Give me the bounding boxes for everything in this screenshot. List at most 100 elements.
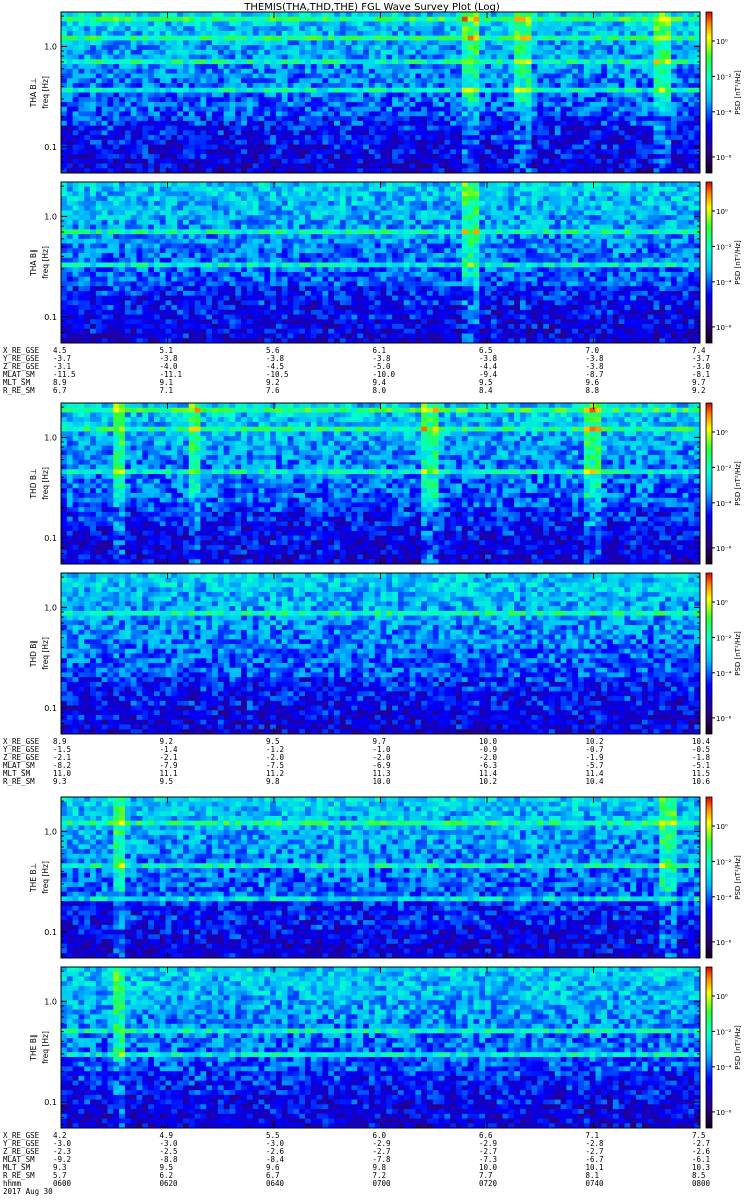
spectrogram-cell: [555, 40, 561, 45]
spectrogram-cell: [212, 201, 218, 206]
spectrogram-cell: [276, 40, 282, 45]
spectrogram-cell: [206, 45, 212, 50]
spectrogram-cell: [276, 164, 282, 169]
spectrogram-cell: [456, 140, 462, 145]
spectrogram-cell: [502, 154, 508, 159]
spectrogram-cell: [514, 225, 520, 230]
spectrogram-cell: [148, 45, 154, 50]
spectrogram-cell: [683, 107, 689, 112]
spectrogram-cell: [195, 107, 201, 112]
spectrogram-cell: [229, 59, 235, 64]
spectrogram-cell: [555, 229, 561, 234]
spectrogram-cell: [694, 40, 700, 45]
spectrogram-cell: [439, 45, 445, 50]
spectrogram-cell: [293, 17, 299, 22]
spectrogram-cell: [340, 149, 346, 154]
spectrogram-cell: [125, 187, 131, 192]
spectrogram-cell: [148, 130, 154, 135]
spectrogram-cell: [491, 229, 497, 234]
spectrogram-cell: [584, 140, 590, 145]
spectrogram-cell: [468, 164, 474, 169]
spectrogram-cell: [671, 69, 677, 74]
spectrogram-cell: [392, 159, 398, 164]
spectrogram-cell: [561, 88, 567, 93]
spectrogram-cell: [433, 88, 439, 93]
spectrogram-cell: [229, 225, 235, 230]
spectrogram-cell: [549, 149, 555, 154]
spectrogram-cell: [543, 88, 549, 93]
spectrogram-cell: [340, 182, 346, 187]
spectrogram-cell: [520, 130, 526, 135]
spectrogram-cell: [572, 45, 578, 50]
spectrogram-cell: [224, 196, 230, 201]
spectrogram-cell: [462, 130, 468, 135]
spectrogram-cell: [189, 154, 195, 159]
spectrogram-cell: [276, 187, 282, 192]
spectrogram-cell: [142, 187, 148, 192]
spectrogram-cell: [508, 26, 514, 31]
spectrogram-cell: [357, 78, 363, 83]
spectrogram-cell: [328, 225, 334, 230]
spectrogram-cell: [247, 107, 253, 112]
spectrogram-cell: [497, 50, 503, 55]
spectrogram-cell: [607, 111, 613, 116]
spectrogram-cell: [270, 182, 276, 187]
spectrogram-cell: [305, 135, 311, 140]
spectrogram-cell: [125, 59, 131, 64]
spectrogram-cell: [160, 78, 166, 83]
spectrogram-cell: [148, 40, 154, 45]
spectrogram-cell: [84, 135, 90, 140]
spectrogram-cell: [404, 140, 410, 145]
spectrogram-cell: [654, 31, 660, 36]
spectrogram-cell: [595, 83, 601, 88]
spectrogram-cell: [601, 126, 607, 131]
spectrogram-cell: [497, 187, 503, 192]
spectrogram-cell: [555, 17, 561, 22]
spectrogram-cell: [241, 69, 247, 74]
spectrogram-cell: [131, 21, 137, 26]
spectrogram-cell: [654, 187, 660, 192]
spectrogram-cell: [270, 135, 276, 140]
spectrogram-cell: [555, 206, 561, 211]
spectrogram-cell: [526, 17, 532, 22]
spectrogram-cell: [253, 97, 259, 102]
spectrogram-cell: [648, 126, 654, 131]
spectrogram-cell: [578, 55, 584, 60]
spectrogram-cell: [78, 97, 84, 102]
spectrogram-cell: [235, 111, 241, 116]
spectrogram-cell: [433, 154, 439, 159]
spectrogram-cell: [578, 74, 584, 79]
spectrogram-cell: [532, 88, 538, 93]
spectrogram-cell: [485, 149, 491, 154]
spectrogram-cell: [369, 50, 375, 55]
spectrogram-cell: [468, 26, 474, 31]
spectrogram-cell: [404, 78, 410, 83]
spectrogram-cell: [392, 88, 398, 93]
spectrogram-cell: [288, 83, 294, 88]
spectrogram-cell: [73, 225, 79, 230]
spectrogram-cell: [636, 50, 642, 55]
spectrogram-cell: [288, 201, 294, 206]
spectrogram-cell: [601, 145, 607, 150]
spectrogram-cell: [369, 69, 375, 74]
spectrogram-cell: [543, 31, 549, 36]
spectrogram-cell: [659, 31, 665, 36]
spectrogram-cell: [177, 135, 183, 140]
spectrogram-cell: [683, 78, 689, 83]
spectrogram-cell: [561, 164, 567, 169]
spectrogram-cell: [537, 97, 543, 102]
spectrogram-cell: [514, 45, 520, 50]
spectrogram-cell: [578, 140, 584, 145]
spectrogram-cell: [392, 45, 398, 50]
spectrogram-cell: [171, 215, 177, 220]
spectrogram-cell: [642, 154, 648, 159]
spectrogram-cell: [415, 187, 421, 192]
spectrogram-cell: [293, 135, 299, 140]
spectrogram-cell: [688, 206, 694, 211]
spectrogram-cell: [206, 206, 212, 211]
spectrogram-cell: [107, 135, 113, 140]
spectrogram-cell: [293, 21, 299, 26]
spectrogram-cell: [671, 59, 677, 64]
spectrogram-cell: [160, 83, 166, 88]
spectrogram-cell: [520, 121, 526, 126]
